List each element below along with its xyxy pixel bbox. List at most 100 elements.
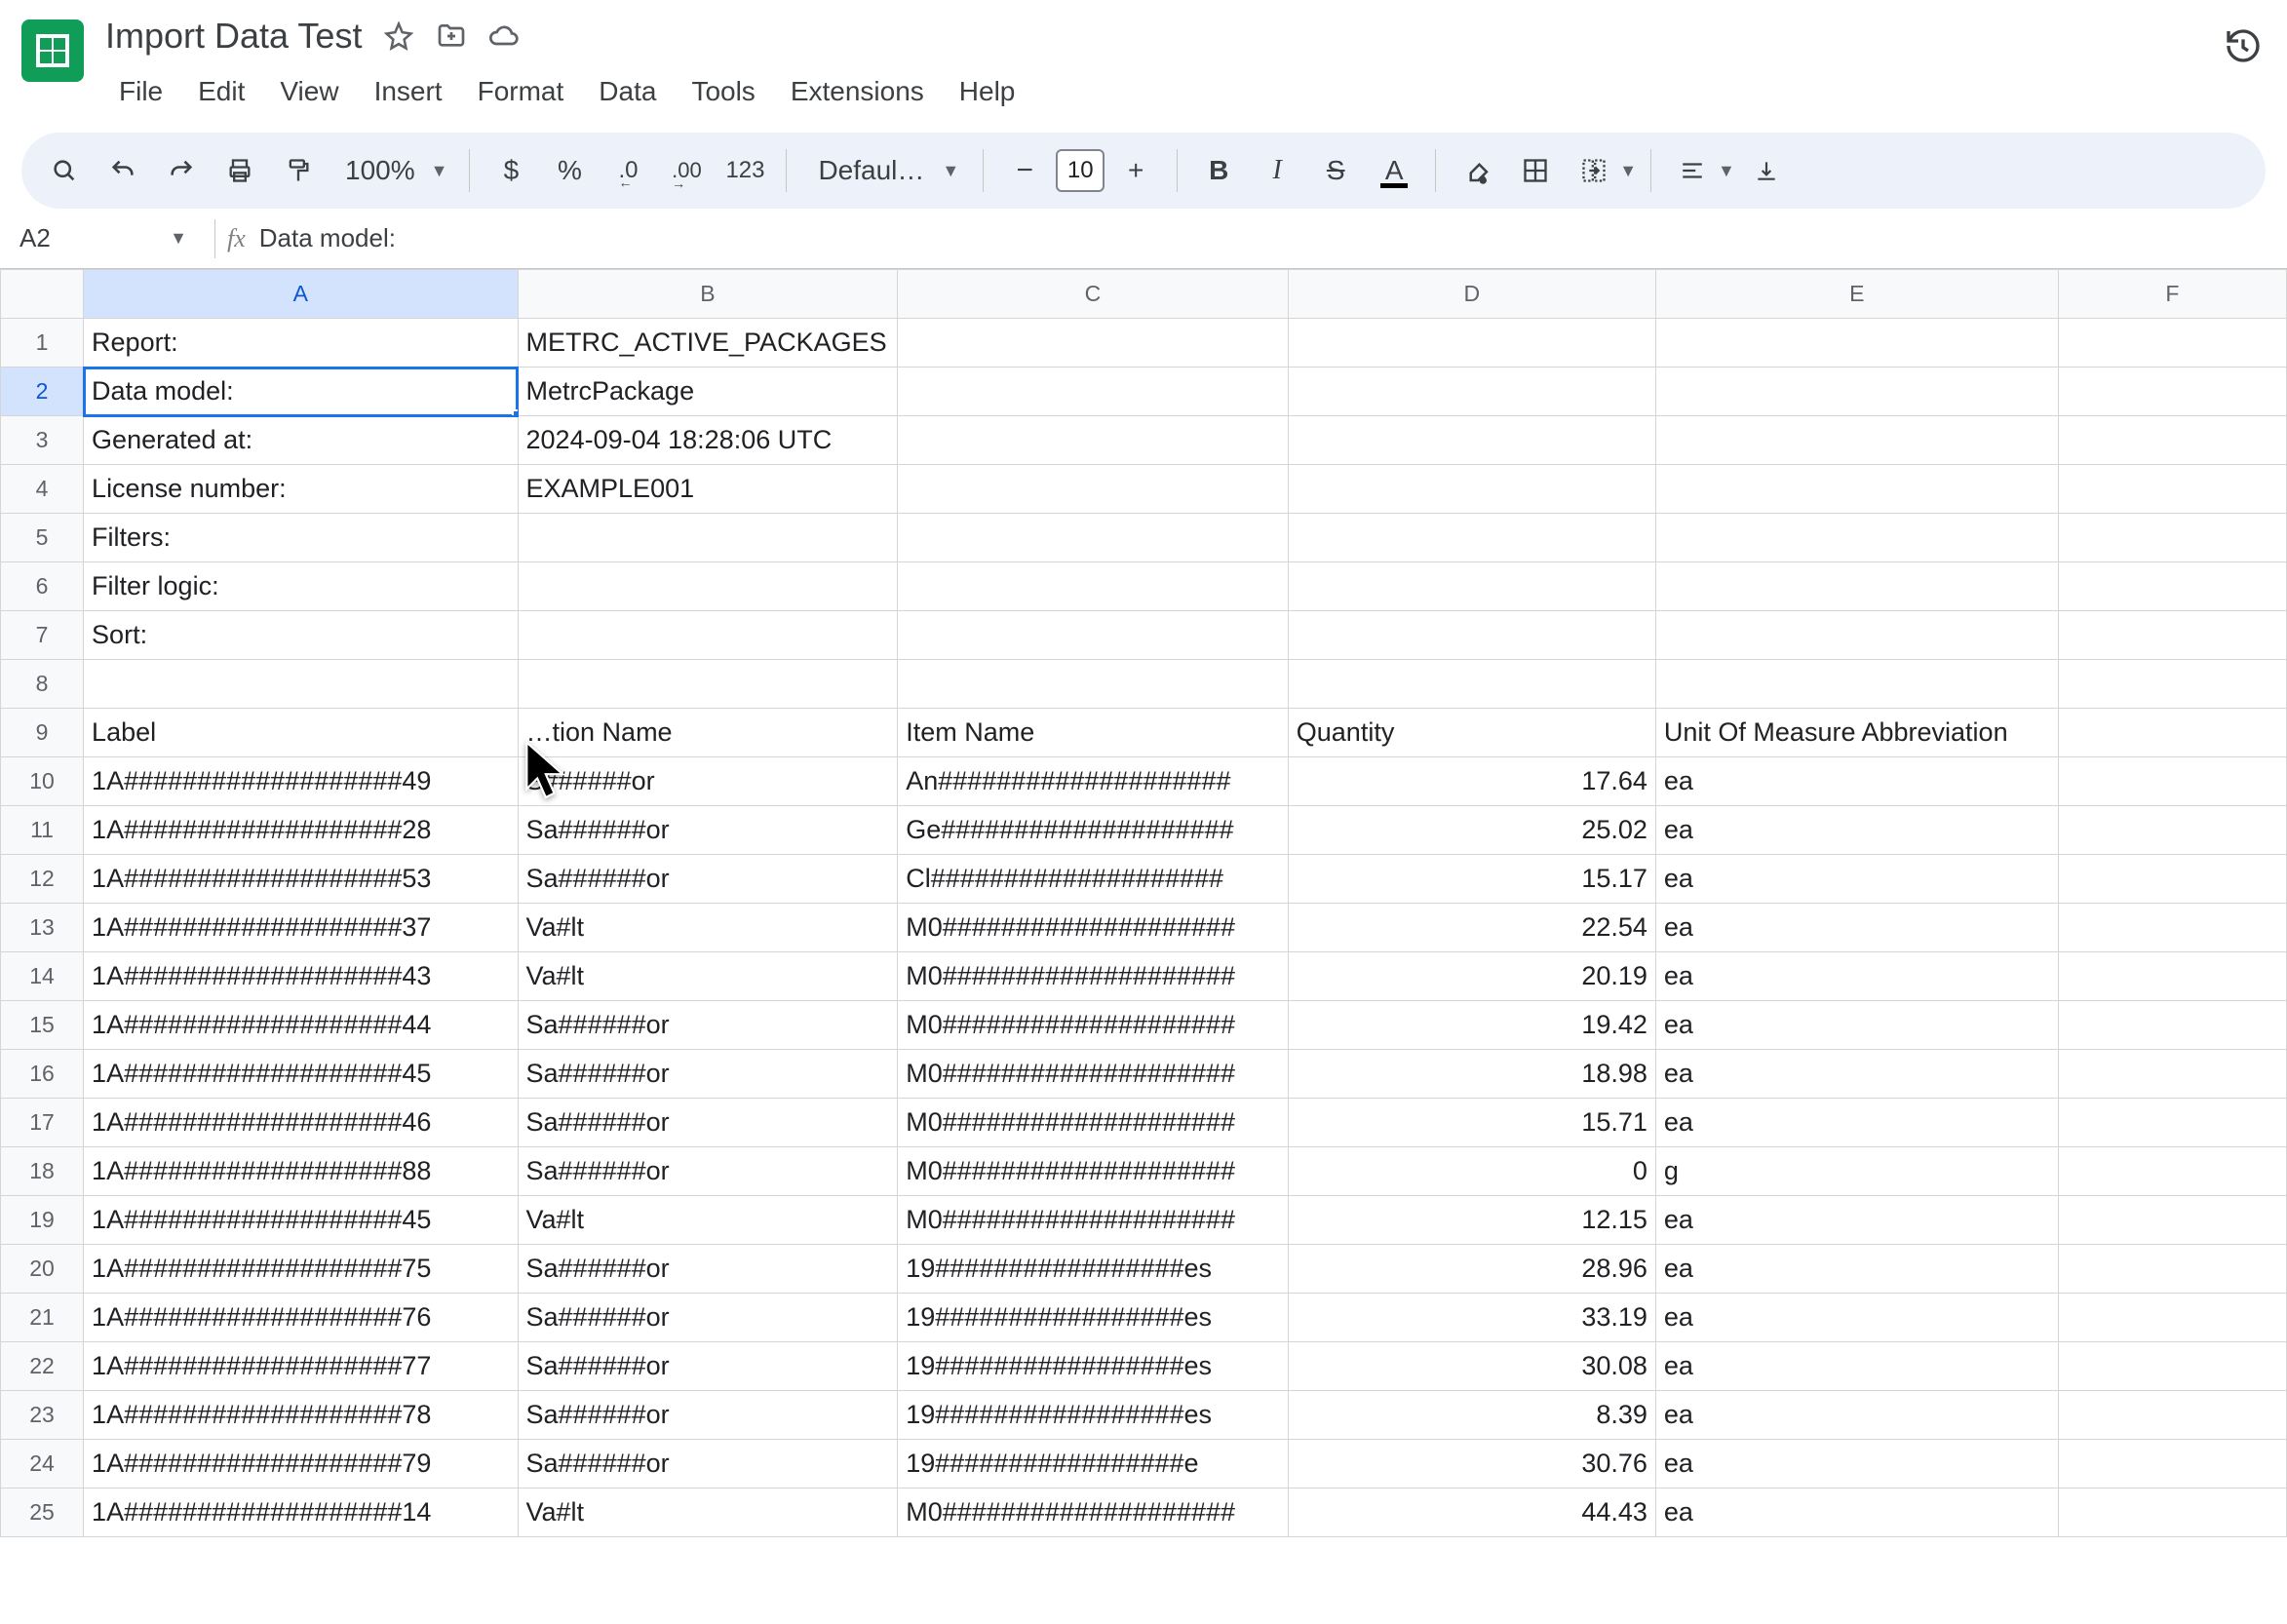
cell-F11[interactable]	[2058, 806, 2286, 855]
sheets-logo[interactable]	[21, 19, 84, 82]
menu-view[interactable]: View	[266, 70, 352, 113]
cell-C17[interactable]: M0####################	[898, 1099, 1289, 1147]
cell-C20[interactable]: 19#################es	[898, 1245, 1289, 1294]
cell-C21[interactable]: 19#################es	[898, 1294, 1289, 1342]
cell-B24[interactable]: Sa######or	[518, 1440, 898, 1489]
undo-icon[interactable]	[96, 143, 150, 198]
cell-A5[interactable]: Filters:	[84, 514, 518, 562]
row-header-2[interactable]: 2	[1, 367, 84, 416]
redo-icon[interactable]	[154, 143, 209, 198]
cell-B7[interactable]	[518, 611, 898, 660]
cell-B3[interactable]: 2024-09-04 18:28:06 UTC	[518, 416, 898, 465]
cell-F12[interactable]	[2058, 855, 2286, 904]
cell-A22[interactable]: 1A###################77	[84, 1342, 518, 1391]
cell-A19[interactable]: 1A###################45	[84, 1196, 518, 1245]
cell-B16[interactable]: Sa######or	[518, 1050, 898, 1099]
name-box[interactable]: A2 ▼	[8, 223, 203, 253]
history-icon[interactable]	[2221, 23, 2266, 68]
cell-F6[interactable]	[2058, 562, 2286, 611]
font-family-select[interactable]: Defaul… ▼	[800, 155, 969, 186]
column-header-A[interactable]: A	[84, 270, 518, 319]
paint-format-icon[interactable]	[271, 143, 326, 198]
cell-D23[interactable]: 8.39	[1288, 1391, 1655, 1440]
cell-F23[interactable]	[2058, 1391, 2286, 1440]
cell-A13[interactable]: 1A###################37	[84, 904, 518, 952]
cell-E4[interactable]	[1655, 465, 2058, 514]
cell-E15[interactable]: ea	[1655, 1001, 2058, 1050]
decrease-decimal-button[interactable]: .0←	[601, 143, 655, 198]
cell-B10[interactable]: S######or	[518, 757, 898, 806]
cell-F5[interactable]	[2058, 514, 2286, 562]
cell-E23[interactable]: ea	[1655, 1391, 2058, 1440]
cell-D11[interactable]: 25.02	[1288, 806, 1655, 855]
chevron-down-icon[interactable]: ▼	[1619, 161, 1637, 181]
cell-E19[interactable]: ea	[1655, 1196, 2058, 1245]
cell-C25[interactable]: M0####################	[898, 1489, 1289, 1537]
more-formats-button[interactable]: 123	[717, 143, 772, 198]
cell-E18[interactable]: g	[1655, 1147, 2058, 1196]
bold-button[interactable]: B	[1191, 143, 1246, 198]
cell-F22[interactable]	[2058, 1342, 2286, 1391]
menu-edit[interactable]: Edit	[184, 70, 258, 113]
zoom-select[interactable]: 100% ▼	[329, 155, 455, 186]
menu-tools[interactable]: Tools	[678, 70, 768, 113]
cell-D4[interactable]	[1288, 465, 1655, 514]
cloud-saved-icon[interactable]	[488, 20, 520, 52]
selection-handle[interactable]	[512, 409, 519, 416]
cell-E7[interactable]	[1655, 611, 2058, 660]
cell-D22[interactable]: 30.08	[1288, 1342, 1655, 1391]
cell-B22[interactable]: Sa######or	[518, 1342, 898, 1391]
cell-D6[interactable]	[1288, 562, 1655, 611]
cell-F9[interactable]	[2058, 709, 2286, 757]
cell-C19[interactable]: M0####################	[898, 1196, 1289, 1245]
cell-C10[interactable]: An####################	[898, 757, 1289, 806]
cell-F18[interactable]	[2058, 1147, 2286, 1196]
cell-D5[interactable]	[1288, 514, 1655, 562]
cell-D15[interactable]: 19.42	[1288, 1001, 1655, 1050]
row-header-16[interactable]: 16	[1, 1050, 84, 1099]
row-header-7[interactable]: 7	[1, 611, 84, 660]
cell-B19[interactable]: Va#lt	[518, 1196, 898, 1245]
cell-E22[interactable]: ea	[1655, 1342, 2058, 1391]
row-header-20[interactable]: 20	[1, 1245, 84, 1294]
row-header-9[interactable]: 9	[1, 709, 84, 757]
cell-A9[interactable]: Label	[84, 709, 518, 757]
cell-B18[interactable]: Sa######or	[518, 1147, 898, 1196]
cell-B20[interactable]: Sa######or	[518, 1245, 898, 1294]
horizontal-align-button[interactable]	[1665, 143, 1720, 198]
cell-C14[interactable]: M0####################	[898, 952, 1289, 1001]
fill-color-button[interactable]	[1450, 143, 1504, 198]
row-header-5[interactable]: 5	[1, 514, 84, 562]
cell-E13[interactable]: ea	[1655, 904, 2058, 952]
row-header-13[interactable]: 13	[1, 904, 84, 952]
row-header-14[interactable]: 14	[1, 952, 84, 1001]
cell-C15[interactable]: M0####################	[898, 1001, 1289, 1050]
row-header-15[interactable]: 15	[1, 1001, 84, 1050]
cell-B1[interactable]: METRC_ACTIVE_PACKAGES	[518, 319, 898, 367]
cell-A11[interactable]: 1A###################28	[84, 806, 518, 855]
cell-D12[interactable]: 15.17	[1288, 855, 1655, 904]
cell-F21[interactable]	[2058, 1294, 2286, 1342]
cell-F8[interactable]	[2058, 660, 2286, 709]
cell-F10[interactable]	[2058, 757, 2286, 806]
cell-A15[interactable]: 1A###################44	[84, 1001, 518, 1050]
cell-A12[interactable]: 1A###################53	[84, 855, 518, 904]
cell-A24[interactable]: 1A###################79	[84, 1440, 518, 1489]
cell-F25[interactable]	[2058, 1489, 2286, 1537]
cell-A16[interactable]: 1A###################45	[84, 1050, 518, 1099]
cell-E24[interactable]: ea	[1655, 1440, 2058, 1489]
cell-D20[interactable]: 28.96	[1288, 1245, 1655, 1294]
cell-E14[interactable]: ea	[1655, 952, 2058, 1001]
cell-F13[interactable]	[2058, 904, 2286, 952]
search-icon[interactable]	[37, 143, 92, 198]
cell-A3[interactable]: Generated at:	[84, 416, 518, 465]
cell-D7[interactable]	[1288, 611, 1655, 660]
cell-B14[interactable]: Va#lt	[518, 952, 898, 1001]
cell-A8[interactable]	[84, 660, 518, 709]
row-header-22[interactable]: 22	[1, 1342, 84, 1391]
cell-A21[interactable]: 1A###################76	[84, 1294, 518, 1342]
cell-D17[interactable]: 15.71	[1288, 1099, 1655, 1147]
cell-C7[interactable]	[898, 611, 1289, 660]
text-color-button[interactable]: A	[1367, 143, 1421, 198]
merge-cells-button[interactable]	[1567, 143, 1621, 198]
